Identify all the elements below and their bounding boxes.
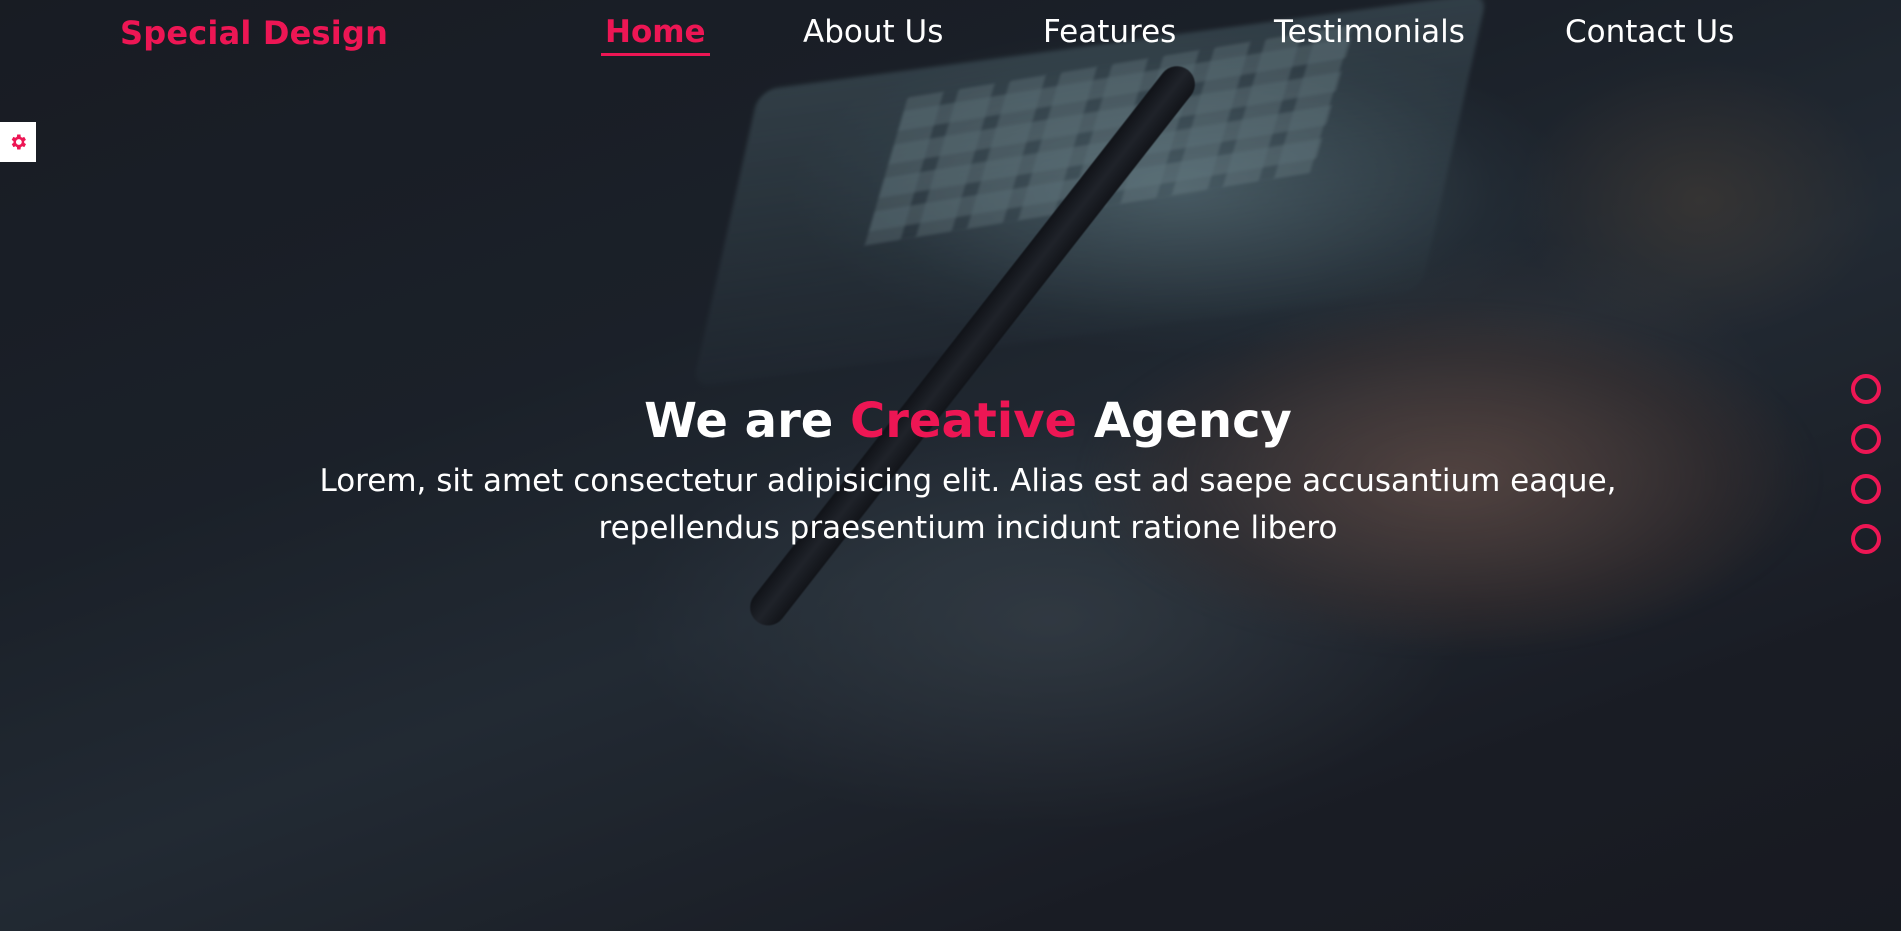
nav-link-contact-us[interactable]: Contact Us xyxy=(1565,14,1734,50)
hero-title: We are Creative Agency xyxy=(200,390,1736,452)
site-logo[interactable]: Special Design xyxy=(120,14,388,52)
hero-title-end: Agency xyxy=(1093,393,1292,449)
settings-toggle-button[interactable] xyxy=(0,122,36,162)
hero-title-start: We are xyxy=(644,393,834,449)
hero-content: We are Creative Agency Lorem, sit amet c… xyxy=(200,390,1736,552)
nav-link-testimonials[interactable]: Testimonials xyxy=(1274,14,1465,50)
bullet-contact-us[interactable] xyxy=(1851,524,1881,554)
nav-link-features[interactable]: Features xyxy=(1043,14,1176,50)
hero-description: Lorem, sit amet consectetur adipisicing … xyxy=(319,463,1617,546)
bullet-testimonials[interactable] xyxy=(1851,474,1881,504)
section-bullets xyxy=(1851,374,1881,574)
hero-title-accent: Creative xyxy=(850,393,1078,449)
header: Special Design Home About Us Features Te… xyxy=(0,0,1901,70)
bullet-about-us[interactable] xyxy=(1851,374,1881,404)
nav-link-home[interactable]: Home xyxy=(601,14,710,56)
landing-hero: Special Design Home About Us Features Te… xyxy=(0,0,1901,931)
nav-link-about-us[interactable]: About Us xyxy=(803,14,943,50)
bullet-features[interactable] xyxy=(1851,424,1881,454)
gear-icon xyxy=(11,134,27,150)
